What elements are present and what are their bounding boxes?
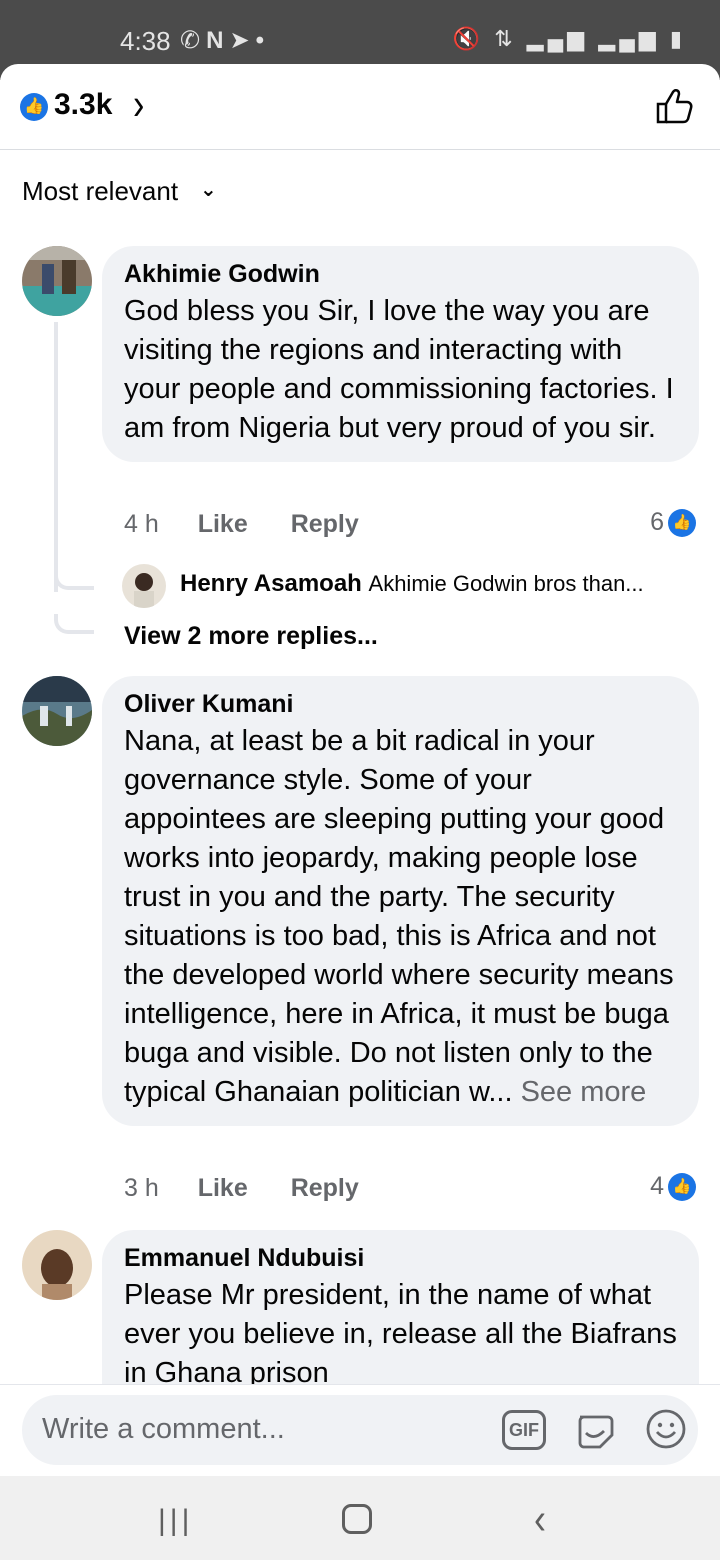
- data-icon: ⇅: [494, 26, 517, 51]
- like-button[interactable]: Like: [198, 1174, 248, 1202]
- like-badge-icon: 👍: [20, 93, 48, 121]
- comment-time: 4 h: [124, 510, 159, 538]
- comment-reaction-count[interactable]: 6 👍: [650, 508, 696, 538]
- comments-sheet: 👍 3.3k › Most relevant ⌄ Akhimie Godwin …: [0, 64, 720, 1476]
- reply-text: Akhimie Godwin bros than...: [368, 571, 644, 596]
- comment-time: 3 h: [124, 1174, 159, 1202]
- comment-author[interactable]: Akhimie Godwin: [124, 260, 679, 288]
- thread-branch: [54, 614, 94, 634]
- comment-text: Please Mr president, in the name of what…: [124, 1279, 677, 1389]
- like-badge-icon: 👍: [668, 509, 696, 538]
- comment-bubble[interactable]: Oliver Kumani Nana, at least be a bit ra…: [102, 676, 699, 1126]
- comment-text: God bless you Sir, I love the way you ar…: [124, 295, 674, 444]
- avatar[interactable]: [122, 564, 166, 608]
- thread-line: [54, 322, 58, 592]
- comment-reaction-count[interactable]: 4 👍: [650, 1172, 696, 1202]
- comment-bubble[interactable]: Akhimie Godwin God bless you Sir, I love…: [102, 246, 699, 462]
- dot-icon: •: [255, 27, 270, 54]
- comment-author[interactable]: Emmanuel Ndubuisi: [124, 1244, 679, 1272]
- gif-button[interactable]: GIF: [502, 1410, 546, 1450]
- mute-icon: 🔇: [452, 26, 485, 51]
- like-badge-icon: 👍: [668, 1173, 696, 1202]
- emoji-icon[interactable]: [644, 1407, 688, 1451]
- comment-input[interactable]: Write a comment... GIF: [22, 1395, 698, 1465]
- see-more-link[interactable]: See more: [521, 1076, 647, 1108]
- reply-button[interactable]: Reply: [291, 510, 359, 538]
- system-nav-bar: ||| ‹: [0, 1476, 720, 1560]
- avatar[interactable]: [22, 246, 92, 316]
- view-more-replies-link[interactable]: View 2 more replies...: [124, 622, 378, 651]
- telegram-icon: ➤: [229, 27, 256, 54]
- battery-icon: ▮: [669, 26, 686, 51]
- comment-actions: 4 h Like Reply: [124, 510, 395, 539]
- reply-preview[interactable]: Henry Asamoah Akhimie Godwin bros than..…: [180, 570, 644, 598]
- reactions-bar[interactable]: 👍 3.3k ›: [0, 64, 720, 150]
- home-icon[interactable]: [342, 1504, 372, 1534]
- n-app-icon: N: [206, 27, 230, 54]
- chevron-right-icon[interactable]: ›: [133, 80, 144, 131]
- comment-input-placeholder[interactable]: Write a comment...: [42, 1413, 285, 1446]
- system-icons: 🔇 ⇅ ▂▄▆ ▂▄▆ ▮: [453, 26, 686, 52]
- comment-composer: Write a comment... GIF: [0, 1384, 720, 1476]
- signal-icon: ▂▄▆: [526, 26, 589, 51]
- comment-author[interactable]: Oliver Kumani: [124, 690, 679, 718]
- reply-button[interactable]: Reply: [291, 1174, 359, 1202]
- like-button[interactable]: Like: [198, 510, 248, 538]
- status-time: 4:38: [120, 26, 171, 56]
- chevron-down-icon[interactable]: ⌄: [200, 177, 217, 202]
- sort-dropdown[interactable]: Most relevant: [22, 176, 178, 207]
- back-icon[interactable]: ‹: [534, 1494, 546, 1544]
- notification-icons: ✆N➤•: [180, 26, 270, 55]
- thread-branch: [54, 570, 94, 590]
- recents-icon[interactable]: |||: [158, 1504, 193, 1538]
- avatar[interactable]: [22, 676, 92, 746]
- comment-actions: 3 h Like Reply: [124, 1174, 395, 1203]
- whatsapp-icon: ✆: [180, 27, 207, 54]
- reaction-count[interactable]: 3.3k: [54, 88, 112, 122]
- thumbs-up-icon[interactable]: [652, 84, 696, 128]
- signal-icon: ▂▄▆: [598, 26, 660, 51]
- sticker-icon[interactable]: [572, 1407, 616, 1451]
- comment-text: Nana, at least be a bit radical in your …: [124, 725, 674, 1108]
- avatar[interactable]: [22, 1230, 92, 1300]
- reply-author[interactable]: Henry Asamoah: [180, 570, 362, 597]
